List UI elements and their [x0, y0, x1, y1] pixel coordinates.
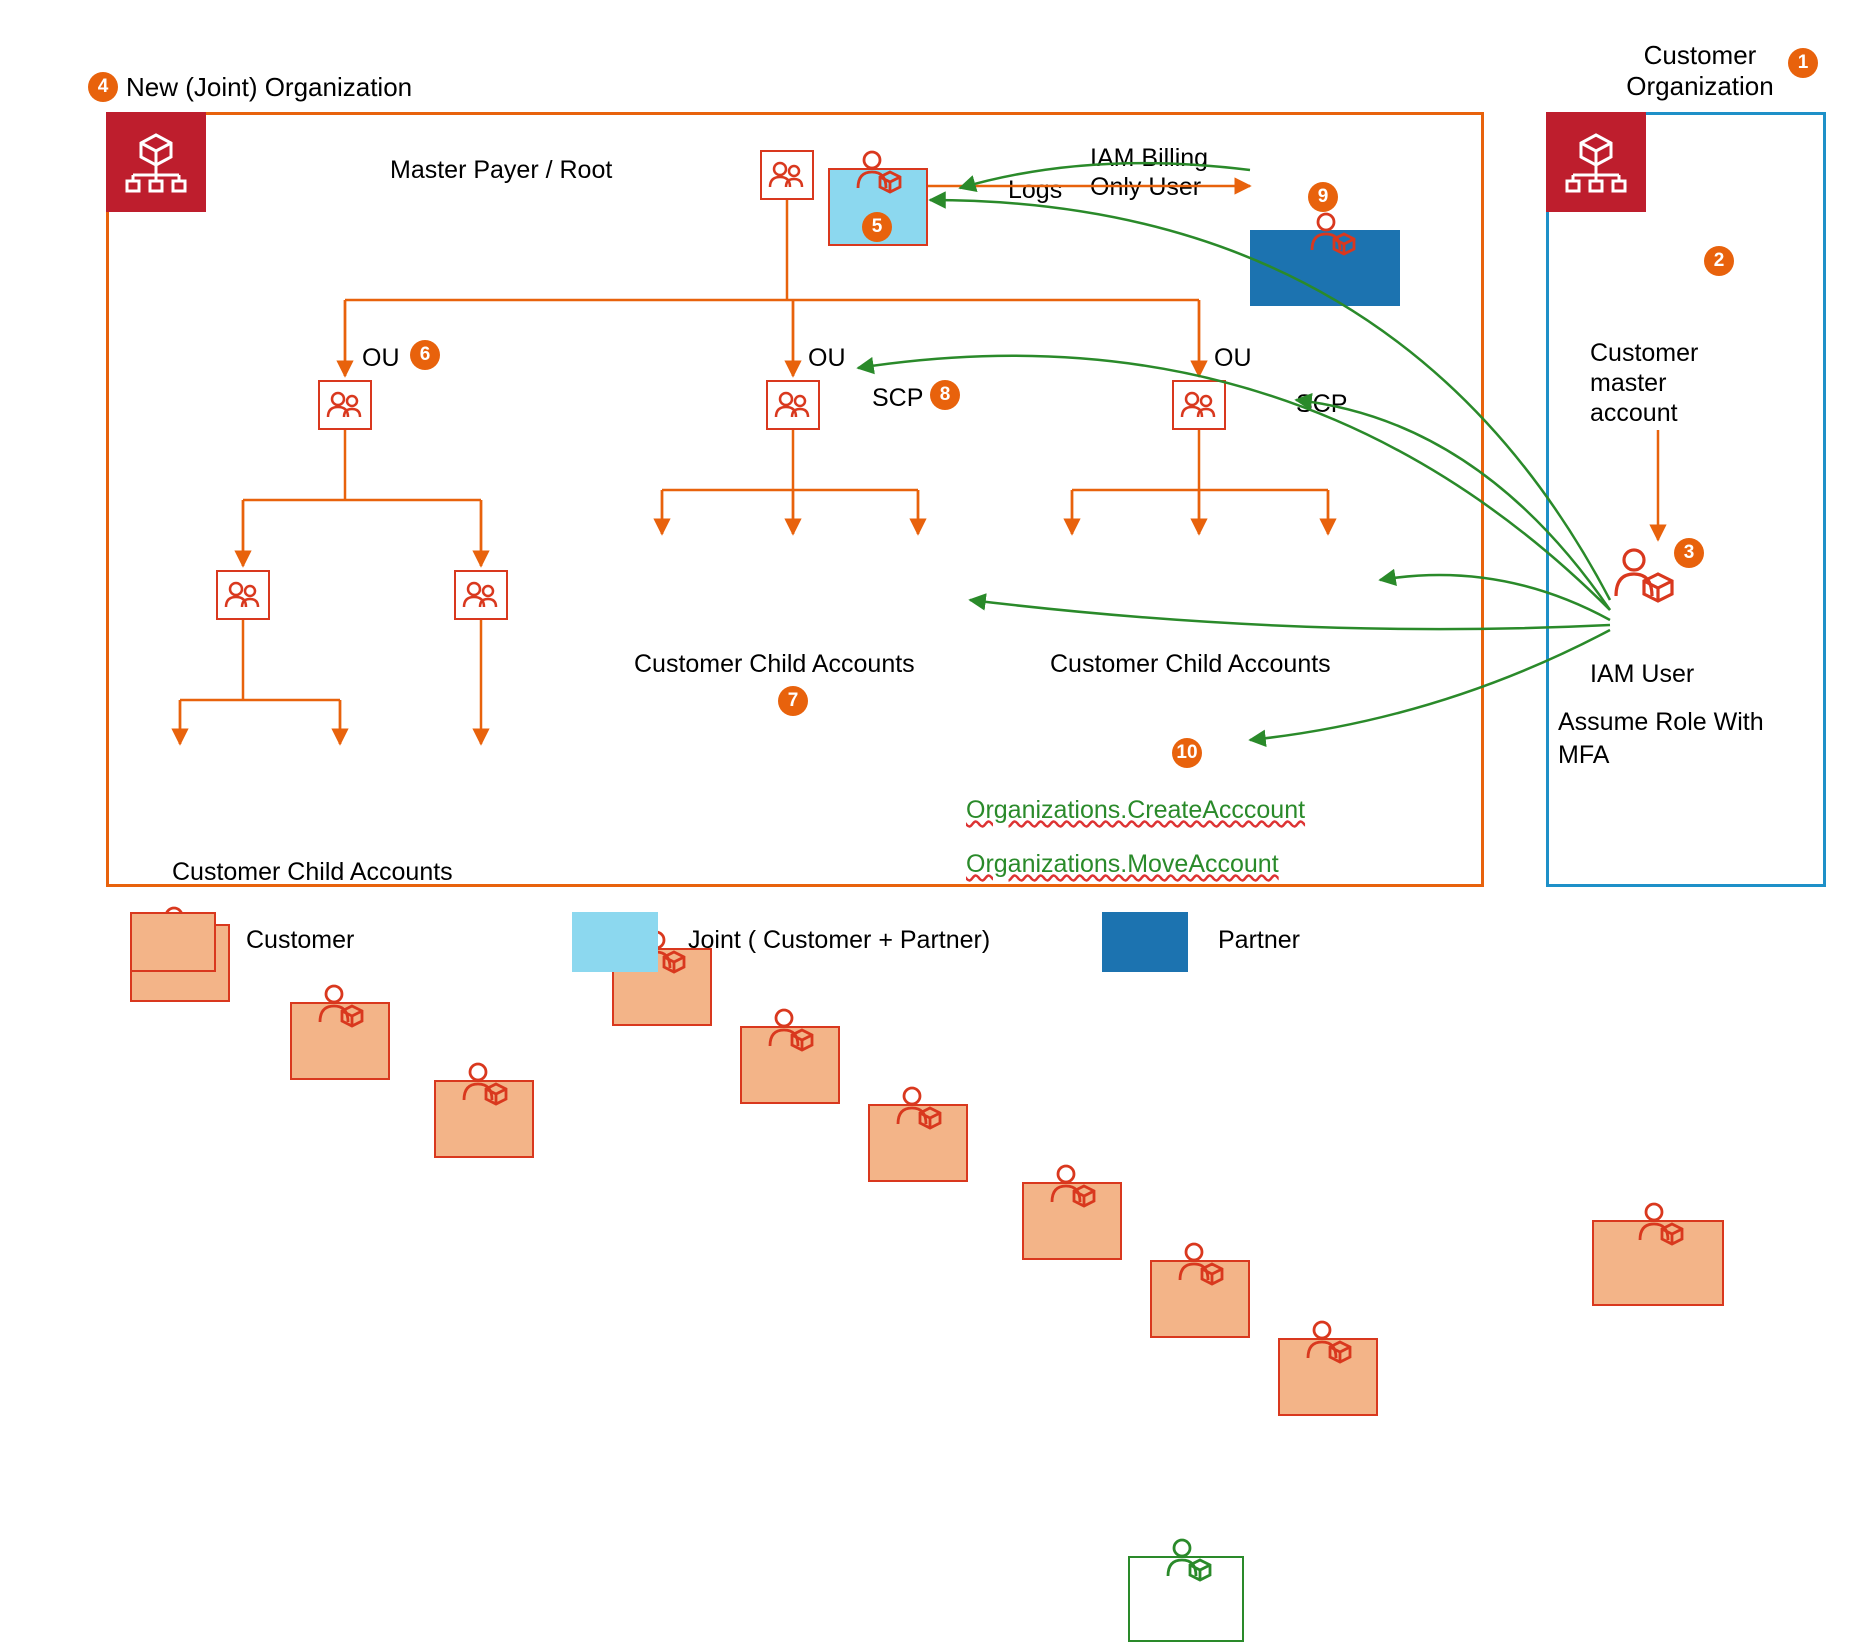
badge-9: 9: [1308, 182, 1338, 212]
child-account: [868, 1104, 968, 1182]
scp-label-1: SCP: [872, 384, 923, 413]
new-org-container: [106, 112, 1484, 887]
legend-swatch-joint: [572, 912, 658, 972]
badge-2: 2: [1704, 246, 1734, 276]
badge-10: 10: [1172, 738, 1202, 768]
child-accounts-label-a: Customer Child Accounts: [172, 858, 453, 887]
logs-label: Logs: [1008, 176, 1062, 205]
iam-user-icon: [1610, 544, 1678, 611]
child-accounts-label-c: Customer Child Accounts: [1050, 650, 1331, 679]
child-account: [740, 1026, 840, 1104]
legend-partner: Partner: [1218, 926, 1300, 955]
child-account: [1022, 1182, 1122, 1260]
legend-joint: Joint ( Customer + Partner): [688, 926, 990, 955]
root-ou-box: [760, 150, 814, 200]
badge-7: 7: [778, 686, 808, 716]
legend-swatch-partner: [1102, 912, 1188, 972]
ou-label-1: OU: [362, 344, 400, 373]
ou-label-2: OU: [808, 344, 846, 373]
legend-swatch-customer: [130, 912, 216, 972]
customer-org-title: Customer Organization: [1590, 40, 1810, 102]
scp-label-2: SCP: [1296, 390, 1347, 419]
sub-ou-box-r: [454, 570, 508, 620]
child-accounts-label-b: Customer Child Accounts: [634, 650, 915, 679]
iam-billing-box: [1250, 230, 1400, 306]
ou-box-3: [1172, 380, 1226, 430]
api-create-account: Organizations.CreateAcccount: [966, 796, 1305, 825]
api-move-account: Organizations.MoveAccount: [966, 850, 1279, 879]
badge-4: 4: [88, 72, 118, 102]
create-account-box: [1128, 1556, 1244, 1642]
legend-customer: Customer: [246, 926, 354, 955]
sub-ou-box-l: [216, 570, 270, 620]
iam-user-label: IAM User: [1590, 660, 1790, 689]
aws-organizations-icon: [106, 112, 206, 212]
master-payer-label: Master Payer / Root: [390, 156, 612, 185]
child-account: [290, 1002, 390, 1080]
ou-box-2: [766, 380, 820, 430]
child-account: [434, 1080, 534, 1158]
assume-role-label: Assume Role With MFA: [1558, 706, 1818, 771]
badge-5: 5: [862, 212, 892, 242]
customer-master-label: Customer master account: [1590, 338, 1750, 428]
ou-label-3: OU: [1214, 344, 1252, 373]
aws-organizations-icon: [1546, 112, 1646, 212]
badge-8: 8: [930, 380, 960, 410]
new-org-title: New (Joint) Organization: [126, 72, 412, 103]
ou-box-1: [318, 380, 372, 430]
customer-master-box: [1592, 1220, 1724, 1306]
badge-1: 1: [1788, 48, 1818, 78]
child-account: [1278, 1338, 1378, 1416]
child-account: [1150, 1260, 1250, 1338]
iam-billing-label: IAM Billing Only User: [1090, 144, 1208, 202]
badge-3: 3: [1674, 538, 1704, 568]
badge-6: 6: [410, 340, 440, 370]
